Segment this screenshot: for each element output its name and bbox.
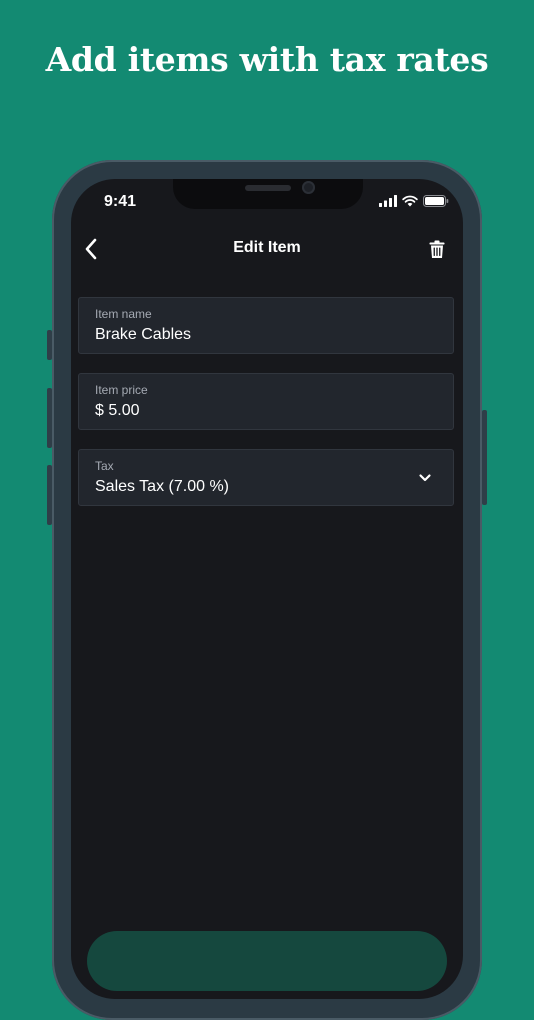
item-name-field[interactable]: Item name Brake Cables [78,297,454,354]
item-price-label: Item price [95,383,148,397]
phone-screen: 9:41 Edit Item Item name Brake Cables It… [71,179,463,999]
tax-dropdown[interactable]: Tax Sales Tax (7.00 %) [78,449,454,506]
item-name-label: Item name [95,307,152,321]
front-camera [302,181,315,194]
navigation-bar: Edit Item [71,231,463,267]
cellular-signal-icon [379,195,397,207]
delete-button[interactable] [423,235,451,263]
tax-label: Tax [95,459,114,473]
status-time: 9:41 [104,193,137,210]
battery-icon [423,195,449,207]
item-name-value: Brake Cables [95,326,192,343]
save-button[interactable] [87,931,447,991]
status-icons [379,195,449,207]
trash-icon [429,240,445,258]
phone-notch [173,179,363,209]
marketing-headline: Add items with tax rates [45,40,489,79]
wifi-icon [402,195,418,207]
speaker-grille [245,185,291,191]
item-price-value: $ 5.00 [95,402,140,419]
chevron-down-icon [419,474,431,482]
item-price-field[interactable]: Item price $ 5.00 [78,373,454,430]
tax-value: Sales Tax (7.00 %) [95,478,229,495]
phone-power-button [482,410,487,505]
nav-title: Edit Item [233,239,301,256]
